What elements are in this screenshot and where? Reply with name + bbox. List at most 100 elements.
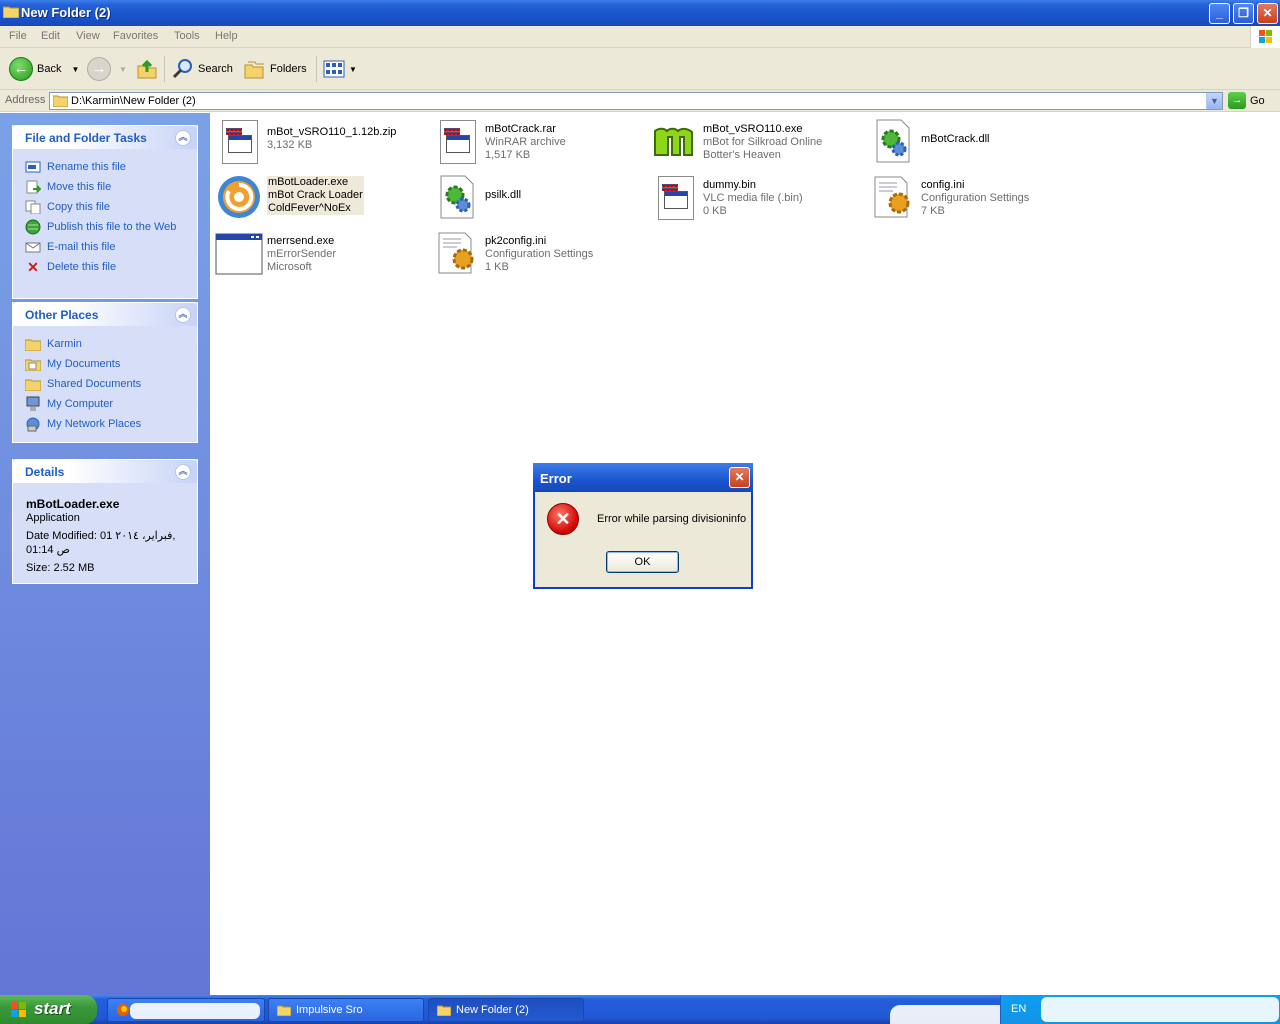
task-label: Move this file (47, 181, 112, 193)
place-my-documents[interactable]: My Documents (25, 354, 185, 374)
panel-header[interactable]: Details ︽ (13, 459, 197, 483)
file-info: Configuration Settings (485, 248, 594, 260)
file-item[interactable]: psilk.dll (433, 173, 643, 223)
taskbar-label: Impulsive Sro (296, 1004, 363, 1016)
file-info: mErrorSender (267, 248, 337, 260)
collapse-chevron-icon[interactable]: ︽ (175, 307, 191, 323)
task-rename[interactable]: Rename this file (25, 157, 185, 177)
taskbar-button-new-folder[interactable]: New Folder (2) (428, 998, 584, 1022)
task-move[interactable]: Move this file (25, 177, 185, 197)
taskbar-label: New Folder (2) (456, 1004, 529, 1016)
file-info: 7 KB (921, 205, 945, 217)
minimize-button[interactable]: _ (1209, 3, 1230, 24)
close-window-button[interactable]: ✕ (1257, 3, 1278, 24)
folders-button[interactable]: Folders (244, 56, 307, 82)
ok-button[interactable]: OK (606, 551, 679, 573)
panel-header[interactable]: Other Places ︽ (13, 302, 197, 326)
restore-button[interactable]: ❐ (1233, 3, 1254, 24)
mbot-app-icon (651, 117, 699, 165)
task-label: Copy this file (47, 201, 110, 213)
up-folder-button[interactable] (136, 56, 158, 82)
task-publish[interactable]: Publish this file to the Web (25, 217, 185, 237)
redacted-area (1041, 997, 1279, 1022)
file-item[interactable]: mBot_vSRO110_1.12b.zip 3,132 KB (215, 117, 425, 167)
details-panel: Details ︽ mBotLoader.exe Application Dat… (12, 459, 198, 584)
file-item[interactable]: dummy.bin VLC media file (.bin) 0 KB (651, 173, 861, 223)
address-bar: Address D:\Karmin\New Folder (2) ▼ → Go (0, 90, 1280, 112)
redacted-area (890, 1005, 1000, 1024)
go-label: Go (1250, 94, 1265, 107)
file-item[interactable]: config.ini Configuration Settings 7 KB (869, 173, 1079, 223)
file-item[interactable]: mBotCrack.rar WinRAR archive 1,517 KB (433, 117, 643, 167)
folder-icon (437, 1005, 451, 1016)
zip-file-icon (215, 117, 263, 165)
system-tray: EN (1000, 995, 1280, 1024)
dropdown-arrow-icon[interactable]: ▼ (119, 65, 127, 74)
views-button[interactable]: ▼ (323, 56, 357, 82)
back-label: Back (37, 63, 62, 75)
task-delete[interactable]: ✕ Delete this file (25, 257, 185, 277)
dialog-title-bar[interactable]: Error ✕ (533, 463, 753, 492)
go-button[interactable]: → Go (1228, 92, 1265, 109)
email-icon (25, 239, 41, 255)
file-item[interactable]: merrsend.exe mErrorSender Microsoft (215, 229, 425, 279)
dialog-title: Error (540, 471, 572, 486)
file-item[interactable]: mBotLoader.exe mBot Crack Loader ColdFever… (215, 173, 425, 223)
dropdown-arrow-icon[interactable]: ▼ (71, 65, 79, 74)
other-places-panel: Other Places ︽ Karmin My Documents Share… (12, 302, 198, 443)
address-dropdown-button[interactable]: ▼ (1206, 93, 1222, 109)
collapse-chevron-icon[interactable]: ︽ (175, 130, 191, 146)
language-indicator[interactable]: EN (1011, 1003, 1026, 1015)
details-type: Application (26, 512, 80, 524)
file-name: psilk.dll (485, 189, 522, 201)
forward-arrow-icon: → (87, 57, 111, 81)
file-name: mBotCrack.dll (921, 133, 990, 145)
start-label: start (34, 999, 71, 1018)
exe-window-icon (215, 229, 263, 277)
panel-header[interactable]: File and Folder Tasks ︽ (13, 125, 197, 149)
forward-button[interactable]: → ▼ (87, 56, 127, 82)
file-info: ColdFever^NoEx (268, 202, 351, 214)
file-item[interactable]: mBot_vSRO110.exe mBot for Silkroad Online… (651, 117, 861, 167)
search-button[interactable]: Search (172, 56, 233, 82)
bin-file-icon (651, 173, 699, 221)
back-button[interactable]: ← Back ▼ (9, 56, 79, 82)
place-label: Karmin (47, 338, 82, 350)
error-icon: ✕ (547, 503, 579, 535)
dropdown-arrow-icon[interactable]: ▼ (349, 65, 357, 74)
address-input[interactable]: D:\Karmin\New Folder (2) ▼ (49, 92, 1223, 110)
file-item[interactable]: pk2config.ini Configuration Settings 1 KB (433, 229, 643, 279)
file-name: mBotLoader.exe (268, 176, 349, 188)
task-label: Rename this file (47, 161, 126, 173)
menu-favorites[interactable]: Favorites (113, 30, 158, 42)
file-info: Microsoft (267, 261, 312, 273)
place-label: My Computer (47, 398, 114, 410)
menu-tools[interactable]: Tools (174, 30, 200, 42)
go-arrow-icon: → (1228, 92, 1246, 109)
dll-gear-icon (869, 117, 917, 165)
file-item[interactable]: mBotCrack.dll (869, 117, 1079, 167)
task-email[interactable]: E-mail this file (25, 237, 185, 257)
place-my-computer[interactable]: My Computer (25, 394, 185, 414)
task-copy[interactable]: Copy this file (25, 197, 185, 217)
shared-folder-icon (25, 376, 41, 392)
file-name: dummy.bin (703, 179, 756, 191)
file-info: Configuration Settings (921, 192, 1030, 204)
place-shared-documents[interactable]: Shared Documents (25, 374, 185, 394)
address-label: Address (5, 94, 46, 106)
file-name: pk2config.ini (485, 235, 547, 247)
menu-file[interactable]: File (9, 30, 27, 42)
collapse-chevron-icon[interactable]: ︽ (175, 464, 191, 480)
details-filename: mBotLoader.exe (26, 497, 120, 511)
place-my-network[interactable]: My Network Places (25, 414, 185, 434)
menu-edit[interactable]: Edit (41, 30, 60, 42)
menu-help[interactable]: Help (215, 30, 238, 42)
start-button[interactable]: start (0, 995, 97, 1024)
taskbar-button-browser[interactable] (107, 998, 265, 1022)
place-karmin[interactable]: Karmin (25, 334, 185, 354)
task-label: E-mail this file (47, 241, 116, 253)
menu-view[interactable]: View (76, 30, 100, 42)
taskbar-button-impulsive[interactable]: Impulsive Sro (268, 998, 424, 1022)
windows-flag-icon (11, 1002, 26, 1017)
dialog-close-button[interactable]: ✕ (729, 467, 750, 488)
